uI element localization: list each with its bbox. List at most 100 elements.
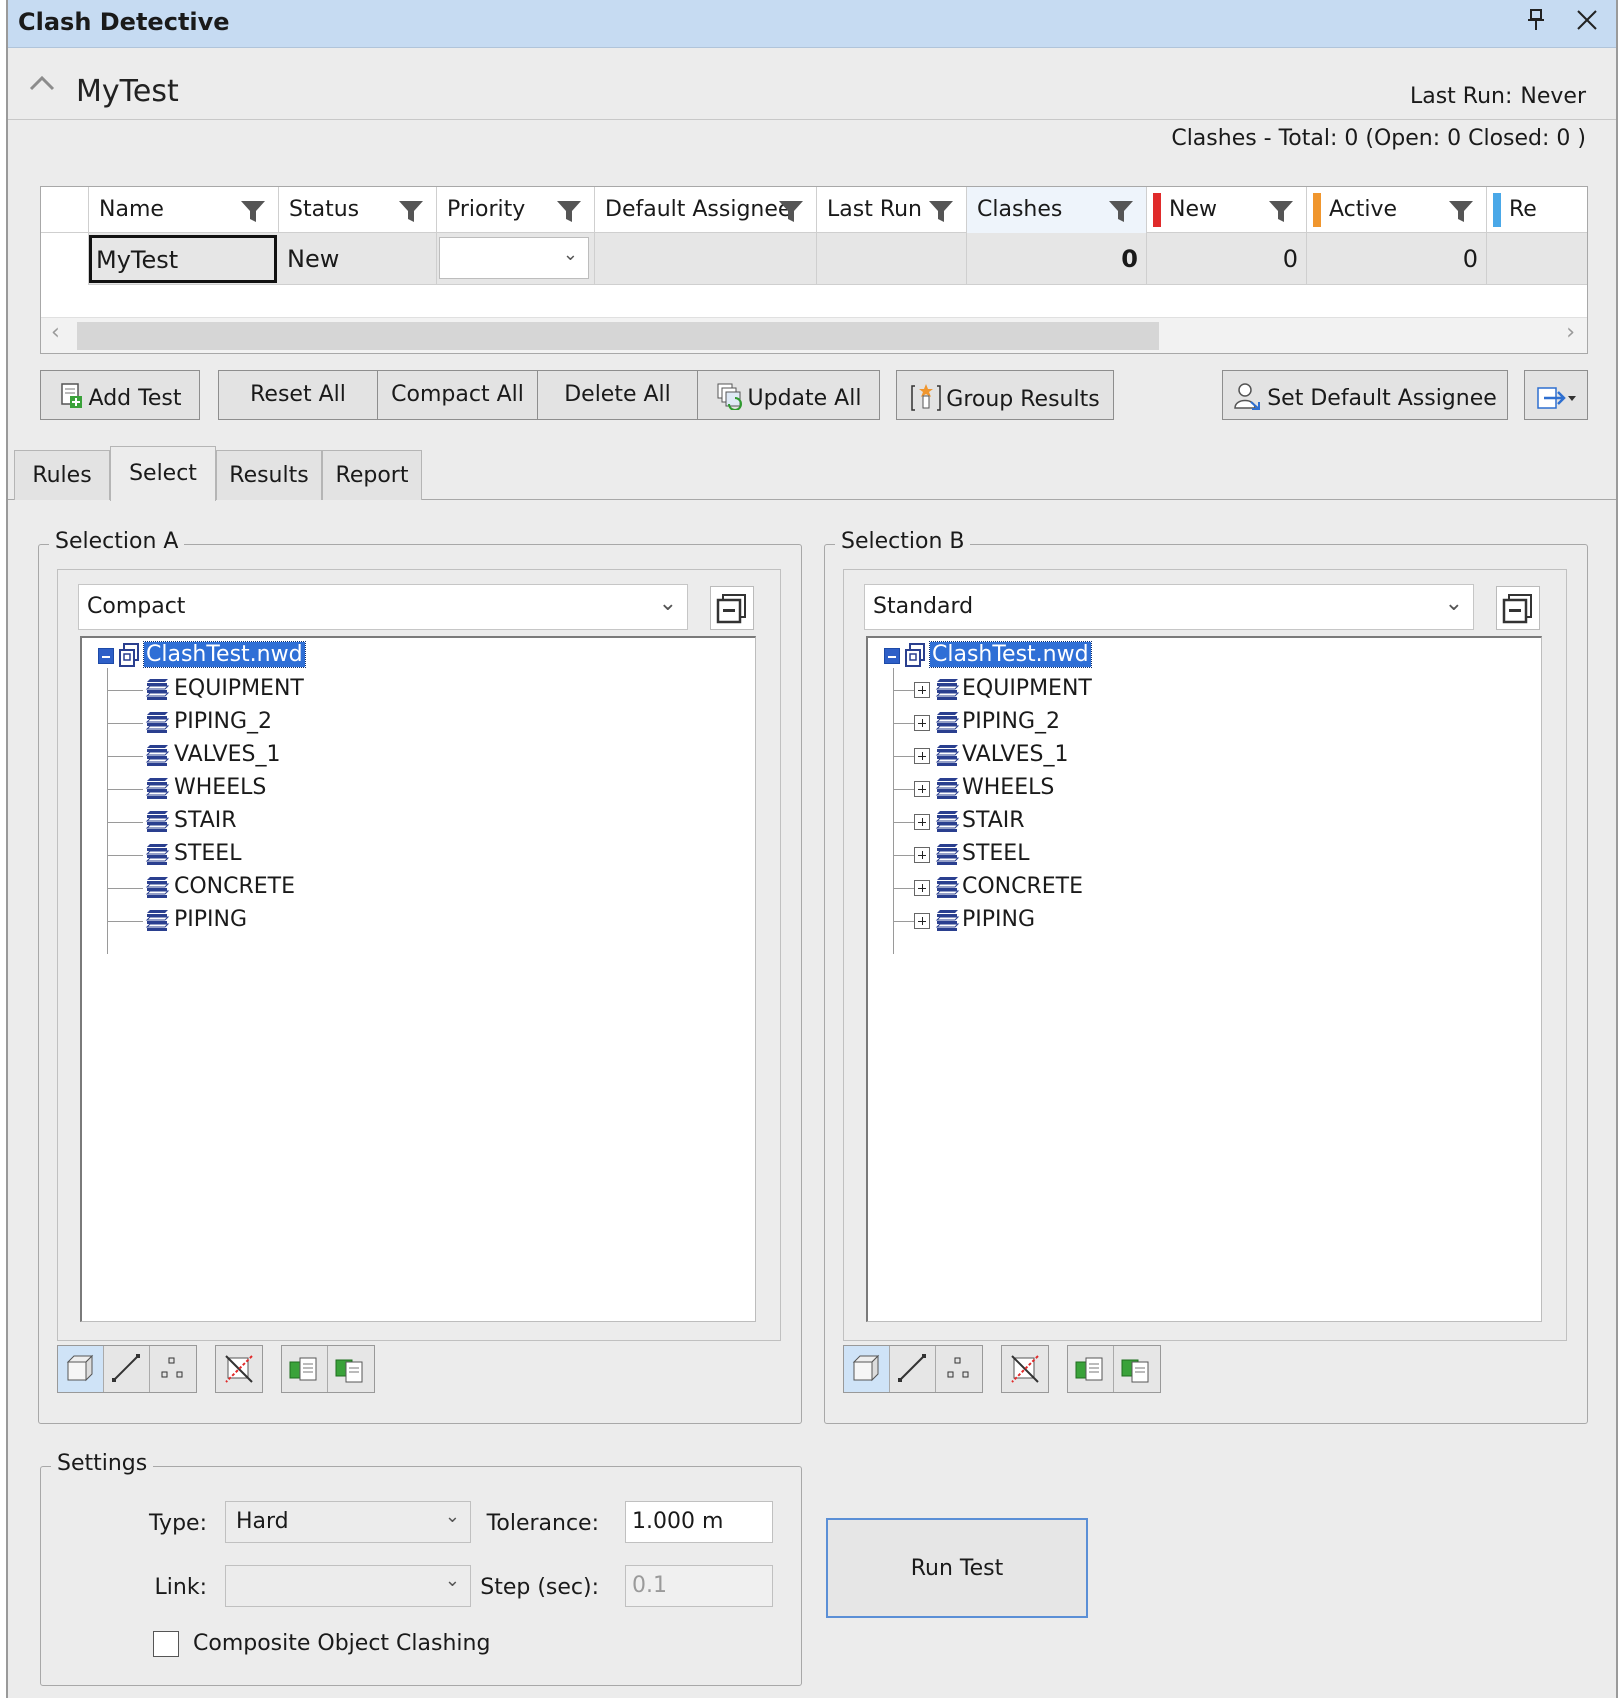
surfaces-icon [852,1354,880,1382]
file-icon [119,643,139,667]
tree-item-label: CONCRETE [962,874,1084,899]
priority-cell[interactable]: ⌄ [437,233,595,285]
points-toggle[interactable] [150,1346,196,1392]
column-priority[interactable]: Priority [437,187,595,233]
last-run-cell[interactable] [817,233,967,285]
tree-item-label: STAIR [174,808,237,833]
filter-icon[interactable] [928,199,954,223]
expand-icon[interactable] [914,715,930,731]
horizontal-scrollbar[interactable]: ‹ › [41,317,1587,353]
save-selection-icon[interactable] [710,586,754,630]
collapse-icon[interactable] [884,648,900,664]
pin-icon[interactable] [1526,8,1546,38]
default-assignee-cell[interactable] [595,233,817,285]
column-name[interactable]: Name [89,187,279,233]
expand-icon[interactable] [914,781,930,797]
tree-item-label: PIPING_2 [962,709,1061,734]
filter-icon[interactable] [398,199,424,223]
surfaces-toggle[interactable] [844,1346,890,1392]
tree-line [107,668,108,954]
add-test-button[interactable]: Add Test [40,370,200,420]
group-results-button[interactable]: Group Results [896,370,1114,420]
column-reviewed[interactable]: Re [1487,187,1587,233]
expand-icon[interactable] [914,847,930,863]
lines-toggle[interactable] [890,1346,936,1392]
status-cell[interactable]: New [279,233,437,285]
priority-select[interactable]: ⌄ [439,237,589,279]
column-default-assignee[interactable]: Default Assignee [595,187,817,233]
filter-icon[interactable] [1268,199,1294,223]
column-clashes-label: Clashes [977,197,1063,222]
tree-root-label: ClashTest.nwd [929,641,1092,668]
scroll-thumb[interactable] [77,322,1159,350]
collapse-icon[interactable] [98,648,114,664]
selection-a-group: Selection A Compact ⌄ ClashTest.nwd EQUIP… [38,529,802,1424]
compact-all-button[interactable]: Compact All [378,370,538,420]
surfaces-toggle[interactable] [58,1346,104,1392]
self-intersect-button[interactable] [1001,1345,1049,1393]
column-last-run[interactable]: Last Run [817,187,967,233]
column-clashes[interactable]: Clashes [967,187,1147,233]
use-current-selection-button[interactable] [1068,1346,1114,1392]
lines-toggle[interactable] [104,1346,150,1392]
self-intersect-button[interactable] [215,1345,263,1393]
type-select[interactable]: Hard ⌄ [225,1501,471,1543]
new-cell[interactable]: 0 [1147,233,1307,285]
tolerance-input[interactable]: 1.000 m [625,1501,773,1543]
column-status[interactable]: Status [279,187,437,233]
selection-b-mode-select[interactable]: Standard ⌄ [864,584,1474,630]
points-toggle[interactable] [936,1346,982,1392]
tree-line [107,921,143,922]
update-all-button[interactable]: Update All [698,370,880,420]
link-select[interactable]: ⌄ [225,1565,471,1607]
use-current-selection-button[interactable] [282,1346,328,1392]
tree-item-label: EQUIPMENT [962,676,1092,701]
filter-icon[interactable] [778,199,804,223]
selection-a-mode-select[interactable]: Compact ⌄ [78,584,688,630]
chevron-down-icon: ⌄ [444,1570,460,1591]
selection-a-sync-buttons [281,1345,375,1393]
row-selector[interactable] [41,233,89,285]
test-name-cell[interactable]: MyTest [89,235,277,283]
active-cell[interactable]: 0 [1307,233,1487,285]
select-in-scene-button[interactable] [328,1346,374,1392]
set-default-assignee-button[interactable]: Set Default Assignee [1222,370,1508,420]
save-selection-icon[interactable] [1496,586,1540,630]
tab-report[interactable]: Report [322,450,422,500]
scroll-right-icon[interactable]: › [1566,320,1575,345]
column-default-assignee-label: Default Assignee [605,197,792,222]
layer-icon [935,778,960,799]
run-test-button[interactable]: Run Test [826,1518,1088,1618]
filter-icon[interactable] [240,199,266,223]
reviewed-cell[interactable] [1487,233,1587,285]
selection-b-panel: Standard ⌄ ClashTest.nwd EQUIPMENT PIPING_… [843,569,1567,1341]
filter-icon[interactable] [556,199,582,223]
expand-icon[interactable] [914,748,930,764]
tree-item-label: VALVES_1 [174,742,281,767]
select-in-scene-button[interactable] [1114,1346,1160,1392]
step-input[interactable]: 0.1 [625,1565,773,1607]
column-active[interactable]: Active [1307,187,1487,233]
expand-icon[interactable] [914,913,930,929]
tab-results[interactable]: Results [216,450,322,500]
selection-a-tree[interactable]: ClashTest.nwd EQUIPMENT PIPING_2 VALVES_1 W… [80,636,756,1322]
tab-rules[interactable]: Rules [14,450,110,500]
expand-icon[interactable] [914,814,930,830]
import-export-button[interactable] [1524,370,1588,420]
expand-icon[interactable] [914,682,930,698]
column-new[interactable]: New [1147,187,1307,233]
filter-icon[interactable] [1448,199,1474,223]
scroll-left-icon[interactable]: ‹ [51,320,60,345]
selection-b-tree[interactable]: ClashTest.nwd EQUIPMENT PIPING_2 VALVES_1 W… [866,636,1542,1322]
table-row[interactable]: MyTest New ⌄ 0 0 0 [41,233,1587,285]
composite-object-checkbox[interactable] [153,1631,179,1657]
close-icon[interactable] [1574,4,1600,42]
clashes-cell[interactable]: 0 [967,233,1147,285]
tab-select[interactable]: Select [110,446,216,501]
reset-all-button[interactable]: Reset All [218,370,378,420]
filter-icon[interactable] [1108,199,1134,223]
collapse-chevron-icon[interactable] [28,70,56,100]
delete-all-button[interactable]: Delete All [538,370,698,420]
expand-icon[interactable] [914,880,930,896]
layer-icon [935,877,960,898]
